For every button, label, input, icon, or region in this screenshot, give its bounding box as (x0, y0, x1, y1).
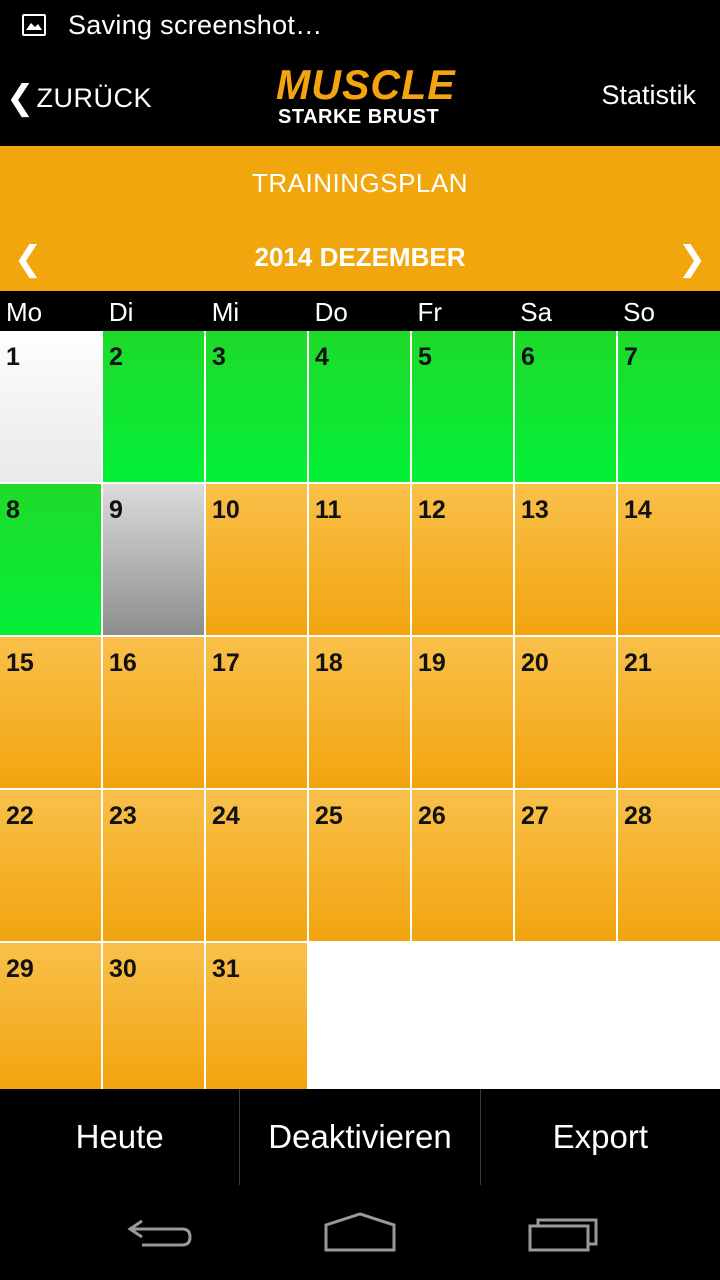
day-number: 13 (521, 496, 549, 524)
calendar-day-cell[interactable]: 25 (309, 790, 410, 941)
bottom-action-bar: Heute Deaktivieren Export (0, 1089, 720, 1185)
month-navigator: ❮ 2014 DEZEMBER ❯ (0, 234, 720, 284)
calendar-day-cell[interactable]: 29 (0, 943, 101, 1089)
day-number: 21 (624, 649, 652, 677)
day-number: 22 (6, 802, 34, 830)
calendar-grid: 1 2 3 4 5 6 7 8 9 10 11 12 13 14 15 16 17 18 19 20 21 22 23 24 2… (0, 331, 720, 1089)
today-button[interactable]: Heute (0, 1089, 239, 1185)
day-number: 16 (109, 649, 137, 677)
day-number: 17 (212, 649, 240, 677)
weekday-label: So (623, 297, 655, 327)
day-number: 15 (6, 649, 34, 677)
logo-title: MUSCLE (276, 61, 456, 108)
calendar-day-cell[interactable]: 7 (618, 331, 720, 482)
export-button[interactable]: Export (481, 1089, 720, 1185)
weekday-label: Di (108, 297, 134, 327)
day-number: 2 (109, 343, 123, 371)
calendar-day-cell[interactable]: 9 (103, 484, 204, 635)
plan-title: TRAININGSPLAN (252, 168, 468, 198)
day-number: 4 (315, 343, 329, 371)
calendar-day-cell[interactable]: 27 (515, 790, 616, 941)
back-arrow-icon[interactable] (120, 1207, 200, 1257)
calendar-day-cell[interactable]: 19 (412, 637, 513, 788)
day-number: 11 (315, 496, 342, 524)
day-number: 27 (521, 802, 549, 830)
calendar-day-cell[interactable]: 4 (309, 331, 410, 482)
day-number: 28 (624, 802, 652, 830)
day-number: 12 (418, 496, 446, 524)
day-number: 20 (521, 649, 549, 677)
system-nav-bar (0, 1185, 720, 1280)
calendar-day-cell[interactable]: 24 (206, 790, 307, 941)
day-number: 31 (212, 955, 240, 983)
calendar-day-cell[interactable]: 18 (309, 637, 410, 788)
day-number: 18 (315, 649, 343, 677)
day-number: 3 (212, 343, 226, 371)
calendar-day-cell[interactable]: 2 (103, 331, 204, 482)
next-month-button[interactable]: ❯ (670, 234, 714, 284)
calendar-day-cell[interactable]: 10 (206, 484, 307, 635)
logo-subtitle: STARKE BRUST (278, 106, 440, 128)
day-number: 1 (6, 343, 20, 371)
calendar-day-cell[interactable]: 12 (412, 484, 513, 635)
calendar-day-cell[interactable]: 13 (515, 484, 616, 635)
chevron-left-icon: ❮ (6, 79, 35, 117)
calendar-day-cell[interactable]: 16 (103, 637, 204, 788)
calendar-day-cell[interactable]: 3 (206, 331, 307, 482)
image-icon (22, 14, 46, 36)
calendar-day-cell[interactable]: 26 (412, 790, 513, 941)
calendar-day-cell[interactable]: 23 (103, 790, 204, 941)
calendar-day-cell[interactable]: 11 (309, 484, 410, 635)
day-number: 25 (315, 802, 343, 830)
day-number: 24 (212, 802, 240, 830)
statistics-button[interactable]: Statistik (601, 80, 696, 111)
month-label: 2014 DEZEMBER (254, 242, 466, 272)
calendar-day-cell[interactable]: 15 (0, 637, 101, 788)
day-number: 8 (6, 496, 20, 524)
app-logo: MUSCLE STARKE BRUST (276, 61, 456, 132)
day-number: 5 (418, 343, 432, 371)
back-label: ZURÜCK (36, 82, 152, 113)
weekday-header: Mo Di Mi Do Fr Sa So (0, 291, 720, 331)
day-number: 9 (109, 496, 123, 524)
calendar-day-cell[interactable]: 31 (206, 943, 307, 1089)
day-number: 30 (109, 955, 137, 983)
status-bar: Saving screenshot… (0, 0, 720, 50)
weekday-label: Sa (520, 297, 553, 327)
weekday-label: Do (314, 297, 348, 327)
weekday-label: Mo (6, 297, 43, 327)
day-number: 7 (624, 343, 638, 371)
calendar-day-cell[interactable]: 8 (0, 484, 101, 635)
home-icon[interactable] (320, 1207, 400, 1257)
app-header: ❮ ZURÜCK MUSCLE STARKE BRUST Statistik (0, 50, 720, 146)
day-number: 19 (418, 649, 446, 677)
day-number: 14 (624, 496, 652, 524)
status-text: Saving screenshot… (68, 9, 323, 40)
plan-header: TRAININGSPLAN ❮ 2014 DEZEMBER ❯ (0, 146, 720, 291)
calendar-day-cell[interactable]: 22 (0, 790, 101, 941)
day-number: 26 (418, 802, 446, 830)
calendar-day-cell[interactable]: 6 (515, 331, 616, 482)
calendar-day-cell[interactable]: 21 (618, 637, 720, 788)
day-number: 6 (521, 343, 535, 371)
calendar-day-cell[interactable]: 30 (103, 943, 204, 1089)
weekday-label: Mi (211, 297, 240, 327)
back-button[interactable]: ❮ ZURÜCK (6, 78, 152, 118)
deactivate-button[interactable]: Deaktivieren (240, 1089, 479, 1185)
day-number: 29 (6, 955, 34, 983)
calendar-day-cell[interactable]: 14 (618, 484, 720, 635)
calendar-day-cell[interactable]: 28 (618, 790, 720, 941)
calendar-day-cell[interactable]: 1 (0, 331, 101, 482)
calendar-day-cell[interactable]: 20 (515, 637, 616, 788)
day-number: 10 (212, 496, 240, 524)
weekday-label: Fr (417, 297, 442, 327)
calendar-day-cell[interactable]: 5 (412, 331, 513, 482)
day-number: 23 (109, 802, 137, 830)
calendar-day-cell[interactable]: 17 (206, 637, 307, 788)
recent-apps-icon[interactable] (524, 1207, 604, 1257)
